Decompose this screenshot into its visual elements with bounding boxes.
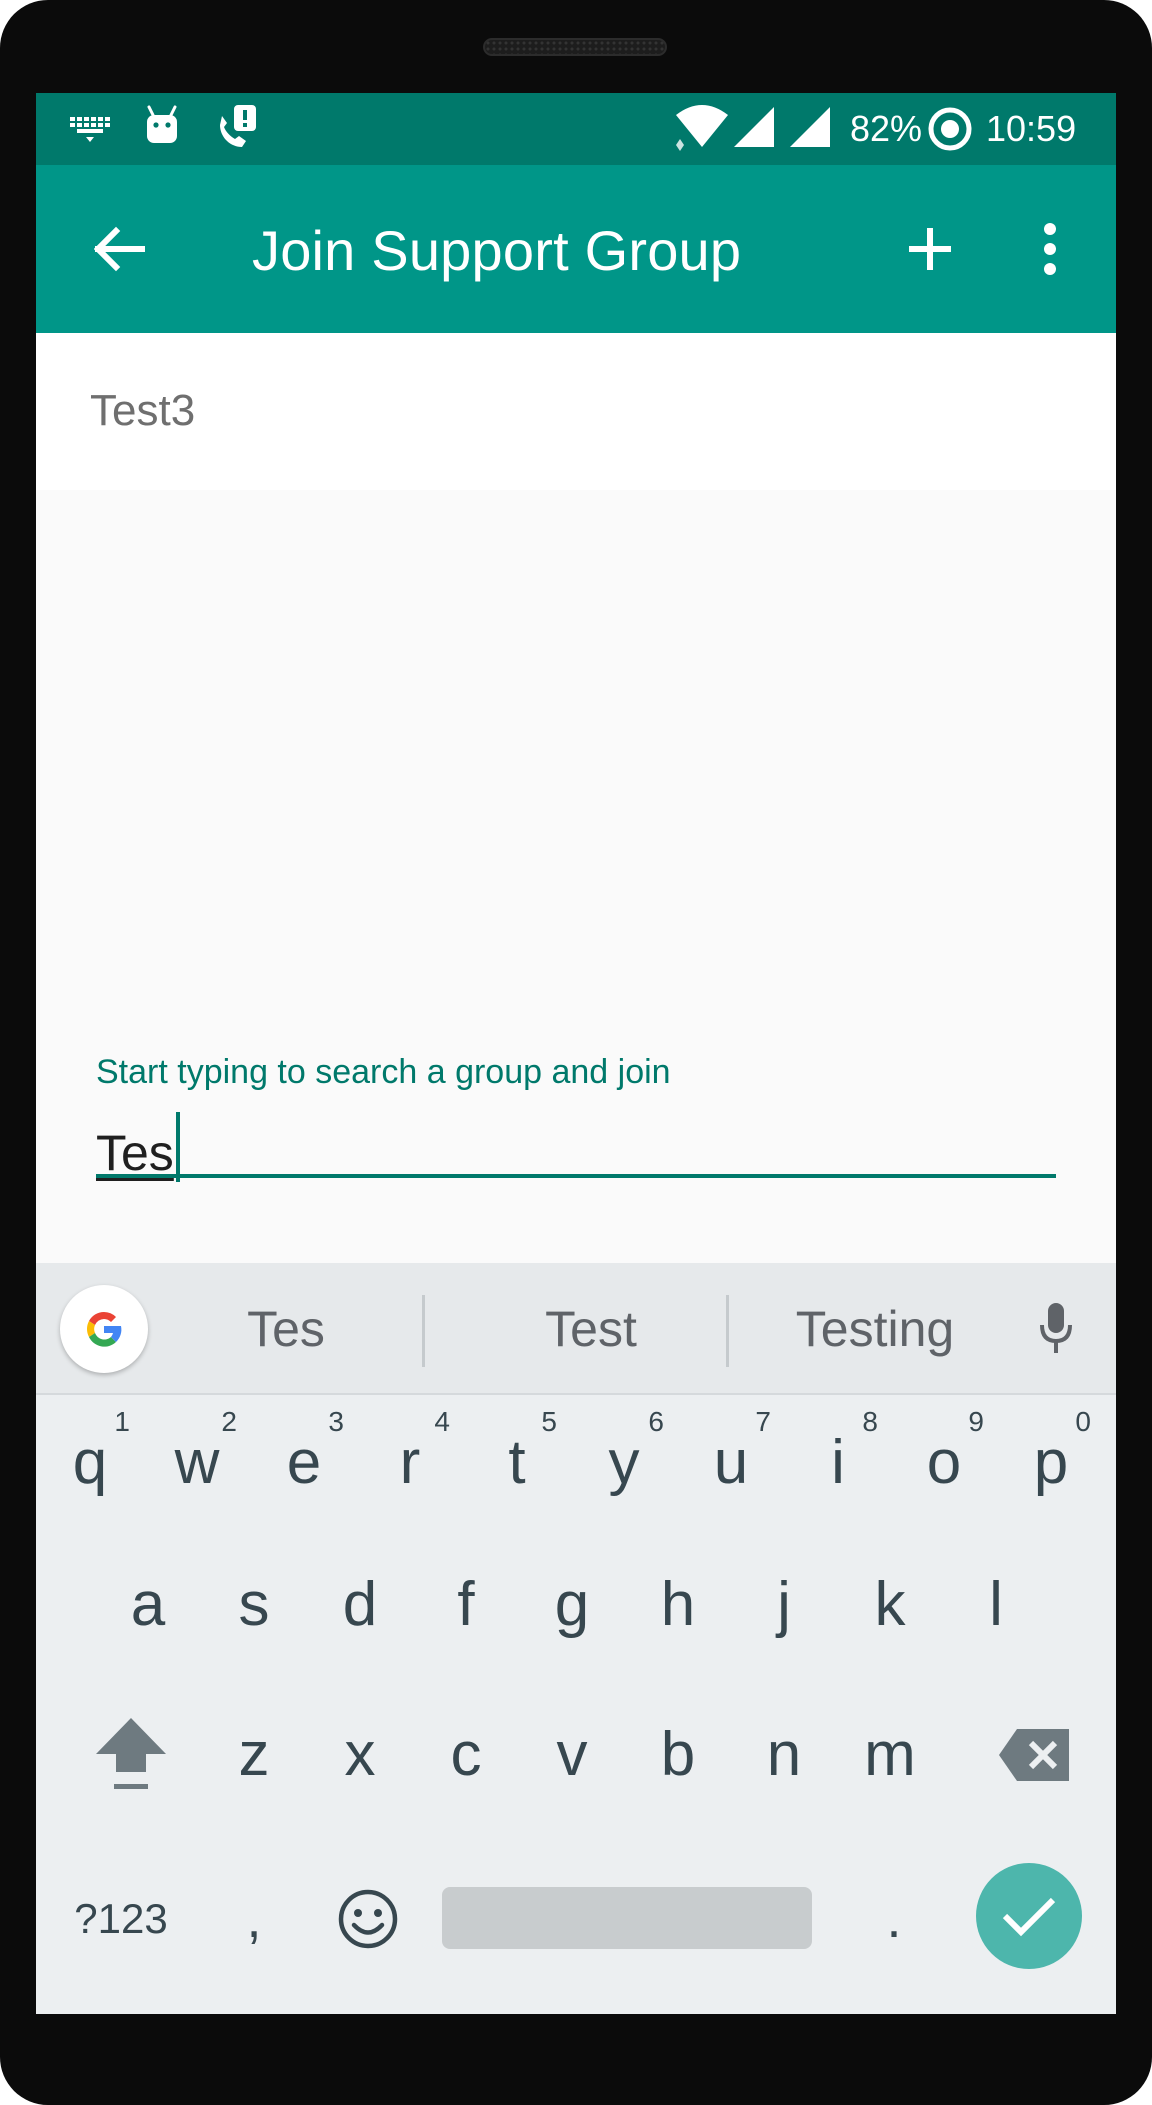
- screen: 82% 10:59 Join Support Group Test3 Start…: [36, 93, 1116, 2014]
- search-hint-label: Start typing to search a group and join: [96, 1053, 671, 1091]
- keyboard-icon: [68, 115, 112, 148]
- key-e[interactable]: e3: [254, 1403, 354, 1523]
- group-list-item[interactable]: Test3: [36, 333, 1116, 490]
- suggestion-1[interactable]: Tes: [186, 1299, 386, 1359]
- google-g-icon: [87, 1312, 122, 1347]
- add-group-button[interactable]: [888, 207, 972, 291]
- android-icon: [144, 105, 180, 150]
- backspace-key[interactable]: [984, 1695, 1084, 1815]
- key-d[interactable]: d: [310, 1545, 410, 1665]
- app-bar: Join Support Group: [36, 165, 1116, 333]
- add-icon: [909, 228, 951, 270]
- suggestion-strip: Tes Test Testing: [36, 1263, 1116, 1395]
- key-q[interactable]: q1: [40, 1403, 140, 1523]
- key-p[interactable]: p0: [1001, 1403, 1101, 1523]
- microphone-icon: [1040, 1303, 1072, 1353]
- suggestion-2[interactable]: Test: [466, 1299, 716, 1359]
- suggestion-divider: [726, 1295, 729, 1367]
- soft-keyboard: Tes Test Testing q1 w2 e3 r4 t5 y6 u 7 i…: [36, 1263, 1116, 2014]
- voice-input-button[interactable]: [1026, 1299, 1086, 1359]
- key-m[interactable]: m: [840, 1695, 940, 1815]
- symbols-key[interactable]: ?123: [56, 1859, 186, 1979]
- clock: 10:59: [986, 108, 1077, 149]
- key-f[interactable]: f: [416, 1545, 516, 1665]
- key-o[interactable]: o9: [894, 1403, 994, 1523]
- key-t[interactable]: t5: [467, 1403, 567, 1523]
- search-input[interactable]: Tes: [96, 1112, 1056, 1182]
- key-w[interactable]: w2: [147, 1403, 247, 1523]
- wifi-icon: [674, 105, 730, 156]
- overflow-menu-icon: [1044, 223, 1056, 275]
- battery-percent: 82%: [850, 108, 923, 149]
- key-a[interactable]: a: [98, 1545, 198, 1665]
- key-h[interactable]: h: [628, 1545, 728, 1665]
- signal-icon-2: [788, 105, 832, 154]
- key-j[interactable]: j: [734, 1545, 834, 1665]
- text-caret: [175, 1112, 180, 1182]
- key-s[interactable]: s: [204, 1545, 304, 1665]
- signal-icon: [732, 105, 776, 154]
- key-u[interactable]: u7: [681, 1403, 781, 1523]
- key-x[interactable]: x: [310, 1695, 410, 1815]
- key-n[interactable]: n: [734, 1695, 834, 1815]
- key-g[interactable]: g: [522, 1545, 622, 1665]
- key-k[interactable]: k: [840, 1545, 940, 1665]
- checkmark-icon: [1002, 1897, 1056, 1937]
- status-bar: 82% 10:59: [36, 93, 1116, 165]
- earpiece-speaker: [483, 38, 667, 56]
- key-y[interactable]: y6: [574, 1403, 674, 1523]
- back-arrow-icon: [94, 226, 145, 272]
- key-c[interactable]: c: [416, 1695, 516, 1815]
- call-alert-icon: [212, 103, 260, 156]
- emoji-smile-icon: [338, 1889, 398, 1949]
- shift-key[interactable]: [76, 1695, 186, 1815]
- suggestion-3[interactable]: Testing: [750, 1299, 1000, 1359]
- battery-ring-icon: [926, 105, 974, 158]
- key-b[interactable]: b: [628, 1695, 728, 1815]
- comma-key[interactable]: ,: [204, 1859, 304, 1979]
- space-key[interactable]: [442, 1887, 812, 1949]
- key-r[interactable]: r4: [360, 1403, 460, 1523]
- backspace-icon: [999, 1729, 1069, 1781]
- group-name: Test3: [90, 386, 196, 435]
- search-input-value: Tes: [96, 1125, 174, 1181]
- done-key[interactable]: [976, 1863, 1082, 1969]
- phone-bezel: 82% 10:59 Join Support Group Test3 Start…: [0, 0, 1152, 2105]
- shift-arrow-icon: [96, 1718, 166, 1789]
- emoji-key[interactable]: [318, 1859, 418, 1979]
- page-title: Join Support Group: [252, 219, 742, 282]
- google-button[interactable]: [60, 1285, 148, 1373]
- overflow-menu-button[interactable]: [1008, 207, 1092, 291]
- back-button[interactable]: [78, 207, 162, 291]
- period-key[interactable]: .: [844, 1859, 944, 1979]
- key-i[interactable]: i8: [788, 1403, 888, 1523]
- suggestion-divider: [422, 1295, 425, 1367]
- key-l[interactable]: l: [946, 1545, 1046, 1665]
- key-z[interactable]: z: [204, 1695, 304, 1815]
- key-v[interactable]: v: [522, 1695, 622, 1815]
